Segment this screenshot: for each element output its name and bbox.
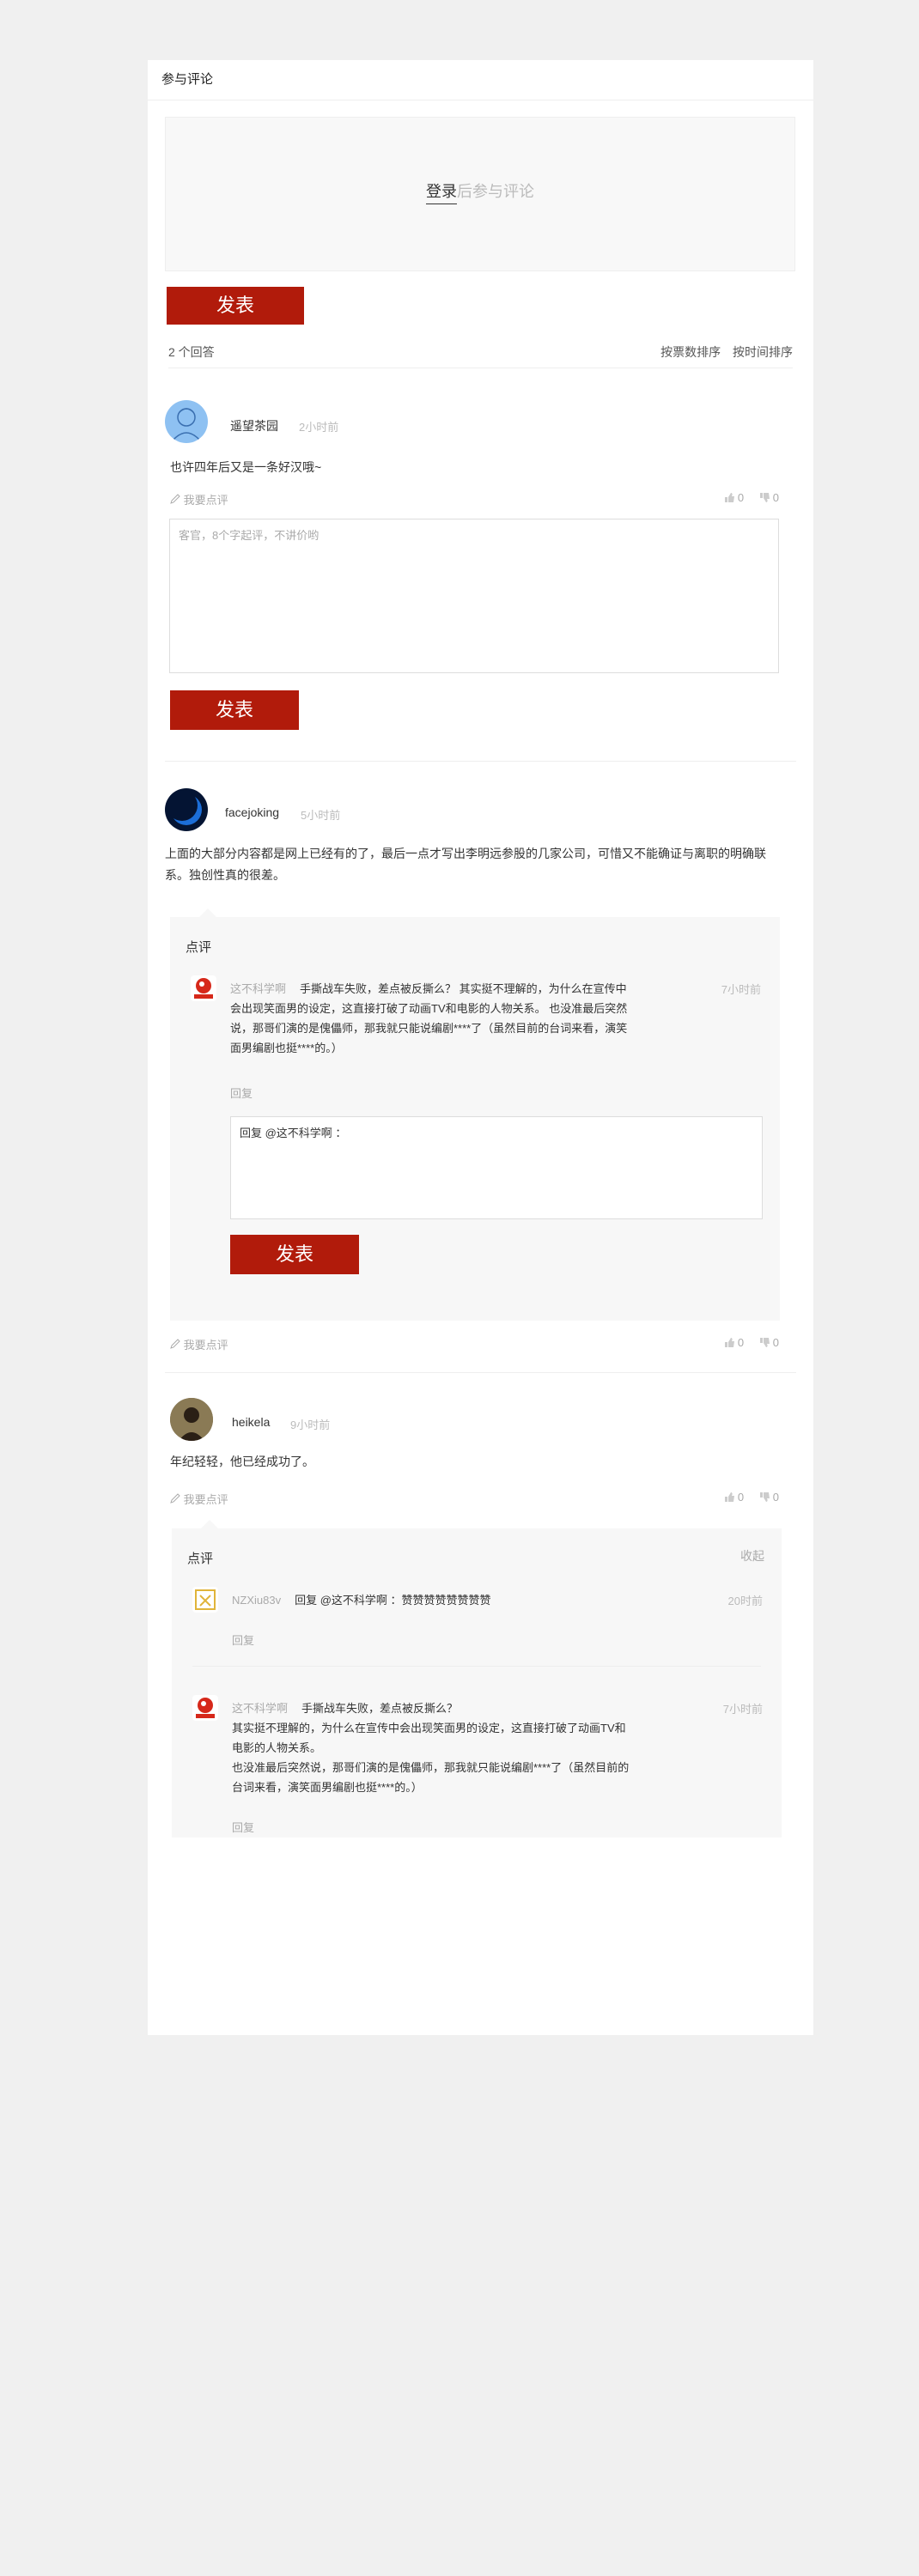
avatar[interactable] [165,788,208,831]
reply-text-line: 会出现笑面男的设定，这直接打破了动画TV和电影的人物关系。 也没准最后突然 [230,1002,628,1015]
reply-text-line: 其实挺不理解的，为什么在宣传中会出现笑面男的设定，这直接打破了动画TV和 [232,1722,626,1735]
reply-text-line: 台词来看，演笑面男编剧也挺****的。） [232,1781,423,1794]
avatar[interactable] [165,400,208,443]
answer-count: 2 个回答 [168,345,215,359]
avatar[interactable] [192,1587,218,1613]
downvote-button[interactable]: 0 [759,491,779,504]
sort-by-time[interactable]: 按时间排序 [733,345,793,359]
reply-link[interactable]: 回复 [232,1631,254,1648]
downvote-button[interactable]: 0 [759,1491,779,1504]
answer-time: 5小时前 [301,809,341,822]
thumbs-up-icon [724,493,734,502]
answer-text-line: 系。独创性真的很差。 [165,868,285,882]
thumbs-down-icon [759,1492,770,1502]
login-link[interactable]: 登录 [426,183,457,204]
divider [192,1666,761,1667]
upvote-button[interactable]: 0 [724,491,744,504]
publish-comment-button[interactable]: 发表 [170,690,299,730]
pencil-icon [170,1493,180,1504]
reply-user[interactable]: 这不科学啊 [232,1702,288,1715]
comment-input[interactable]: 客官，8个字起评，不讲价哟 [169,519,779,673]
reply-text-line: 电影的人物关系。 [232,1741,322,1754]
avatar[interactable] [191,975,216,1001]
reply-text-line: 面男编剧也挺****的。） [230,1042,343,1054]
thumbs-up-icon [724,1338,734,1347]
comments-subpanel: 点评 收起 NZXiu83v 回复 @这不科学啊 ：赞赞赞赞赞赞赞赞 20时前 回… [172,1520,782,1838]
thumbs-up-icon [724,1492,734,1502]
reply-time: 7小时前 [721,983,761,996]
comments-panel: 参与评论 登录后参与评论 发表 2 个回答 按票数排序 按时间排序 遥望茶园 2… [148,60,813,2035]
divider [165,761,796,762]
comments-title: 点评 [187,1552,214,1566]
pencil-icon [170,494,180,504]
reply-text-line: 手撕战车失败，差点被反撕么？ [301,1702,459,1715]
downvote-button[interactable]: 0 [759,1336,779,1349]
vote-controls: 0 0 [712,1491,779,1504]
reply-user[interactable]: NZXiu83v [232,1594,281,1607]
reply-user[interactable]: 这不科学啊 [230,982,286,995]
login-prompt-box: 登录后参与评论 [165,117,795,271]
reply-link[interactable]: 回复 [230,1084,253,1101]
answer-text: 也许四年后又是一条好汉哦~ [170,460,322,474]
answer-text-line: 上面的大部分内容都是网上已经有的了，最后一点才写出李明远参股的几家公司，可惜又不… [165,847,766,860]
reply-time: 7小时前 [722,1703,763,1716]
divider [165,1372,796,1373]
comments-title: 点评 [186,940,212,955]
answer-time: 2小时前 [299,421,339,434]
write-comment-link[interactable]: 我要点评 [170,1491,228,1507]
reply-text-line: 也没准最后突然说，那哥们演的是傀儡师，那我就只能说编剧****了（虽然目前的 [232,1761,630,1774]
reply-link[interactable]: 回复 [232,1819,254,1835]
vote-controls: 0 0 [712,491,779,504]
avatar[interactable] [192,1695,218,1721]
answer-user[interactable]: facejoking [225,805,279,819]
sort-by-votes[interactable]: 按票数排序 [660,345,721,359]
vote-controls: 0 0 [712,1336,779,1349]
answer-text: 年纪轻轻，他已经成功了。 [170,1455,314,1468]
collapse-link[interactable]: 收起 [740,1547,764,1564]
answer-header: 2 个回答 按票数排序 按时间排序 [168,343,793,368]
upvote-button[interactable]: 0 [724,1491,744,1504]
reply-text-line: 说，那哥们演的是傀儡师，那我就只能说编剧****了（虽然目前的台词来看，演笑 [230,1022,628,1035]
avatar[interactable] [170,1398,213,1441]
publish-reply-button[interactable]: 发表 [230,1235,359,1274]
reply-text-line: 回复 @这不科学啊 ：赞赞赞赞赞赞赞赞 [295,1594,491,1607]
answer-user[interactable]: 遥望茶园 [230,417,278,434]
write-comment-link[interactable]: 我要点评 [170,1336,228,1352]
login-prompt-text: 后参与评论 [457,183,534,200]
reply-input[interactable]: 回复 @这不科学啊 ： [230,1116,763,1219]
answer-time: 9小时前 [290,1419,331,1431]
thumbs-down-icon [759,493,770,502]
reply-time: 20时前 [727,1595,763,1607]
publish-button[interactable]: 发表 [167,287,304,325]
pencil-icon [170,1339,180,1349]
section-title: 参与评论 [148,60,813,100]
reply-text-line: 手撕战车失败，差点被反撕么？ 其实挺不理解的，为什么在宣传中 [300,982,627,995]
comments-subpanel: 点评 这不科学啊 手撕战车失败，差点被反撕么？ 其实挺不理解的，为什么在宣传中 会… [170,908,780,1321]
upvote-button[interactable]: 0 [724,1336,744,1349]
answer-user[interactable]: heikela [232,1415,270,1429]
thumbs-down-icon [759,1338,770,1347]
write-comment-link[interactable]: 我要点评 [170,491,228,507]
